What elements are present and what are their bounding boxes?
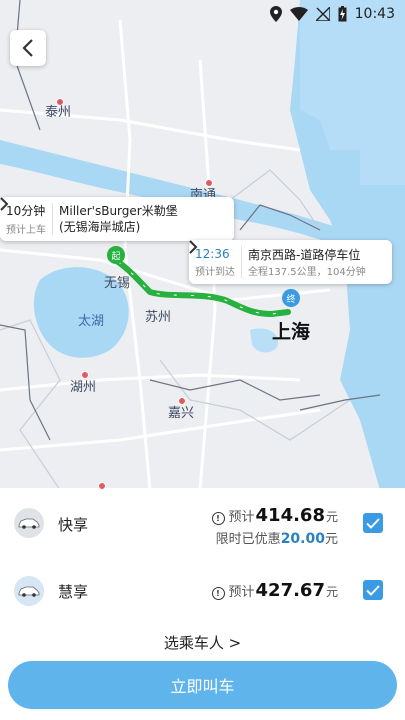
option-checkbox-huixiang[interactable] [363,580,383,600]
price-prefix: 预计 [228,585,255,600]
arrival-time: 12:36 [195,246,230,261]
city-label-huzhou: 湖州 [70,380,97,395]
option-checkbox-kuaixiang[interactable] [363,513,383,533]
info-icon: ! [211,587,225,600]
status-time: 10:43 [354,6,395,22]
call-car-button[interactable]: 立即叫车 [8,661,397,709]
chevron-left-icon [22,39,33,57]
end-marker: 终 [282,289,300,307]
pickup-eta-value: 10分钟 [6,204,46,218]
trip-summary: 全程137.5公里，104分钟 [248,266,366,278]
discount-prefix: 限时已优惠 [215,532,281,547]
price-estimate: ! 预计 427.67 元 [211,580,338,601]
check-icon [366,517,380,529]
city-label-shanghai: 上海 [272,321,311,343]
start-marker: 起 [107,246,125,264]
check-icon [366,584,380,596]
price-estimate: ! 预计 414.68 元 [211,505,338,526]
city-label-taizhou: 泰州 [45,105,72,120]
back-button[interactable] [10,30,46,66]
discount-amount: 20.00 [280,531,325,547]
wifi-icon [289,7,308,21]
discount-unit: 元 [324,532,338,547]
select-passenger-link[interactable]: 选乘车人 > [0,632,405,653]
car-icon [14,576,44,606]
pickup-eta-label: 预计上车 [6,225,46,236]
car-icon [14,508,44,538]
city-label-wuxi: 无锡 [104,276,131,291]
pickup-bubble[interactable]: 10分钟 预计上车 Miller'sBurger米勒堡(无锡海岸城店) [0,197,234,241]
battery-charging-icon [338,6,347,22]
city-label-jiaxing: 嘉兴 [168,406,195,421]
no-signal-icon [315,7,330,21]
discount-line: 限时已优惠20.00元 [216,528,338,547]
price-amount: 427.67 [255,580,325,601]
location-icon [269,6,282,22]
option-name-huixiang: 慧享 [58,583,89,601]
option-name-kuaixiang: 快享 [58,516,89,534]
price-unit: 元 [325,510,338,524]
price-amount: 414.68 [255,505,325,526]
price-unit: 元 [325,585,338,599]
lake-label-taihu: 太湖 [78,314,105,329]
arrival-label: 预计到达 [195,266,235,278]
status-bar: 10:43 [269,0,405,28]
pickup-place: Miller'sBurger米勒堡(无锡海岸城店) [59,204,178,234]
info-icon: ! [211,512,225,525]
city-label-suzhou: 苏州 [145,310,172,325]
destination-place: 南京西路-道路停车位 [248,247,361,262]
destination-bubble[interactable]: 12:36 预计到达 南京西路-道路停车位 全程137.5公里，104分钟 [189,240,392,284]
price-prefix: 预计 [228,510,255,525]
route-map[interactable]: 泰州 南通 无锡 苏州 太湖 上海 湖州 嘉兴 起 终 10分钟 预计上车 Mi… [0,0,405,490]
city-dot [98,482,106,490]
